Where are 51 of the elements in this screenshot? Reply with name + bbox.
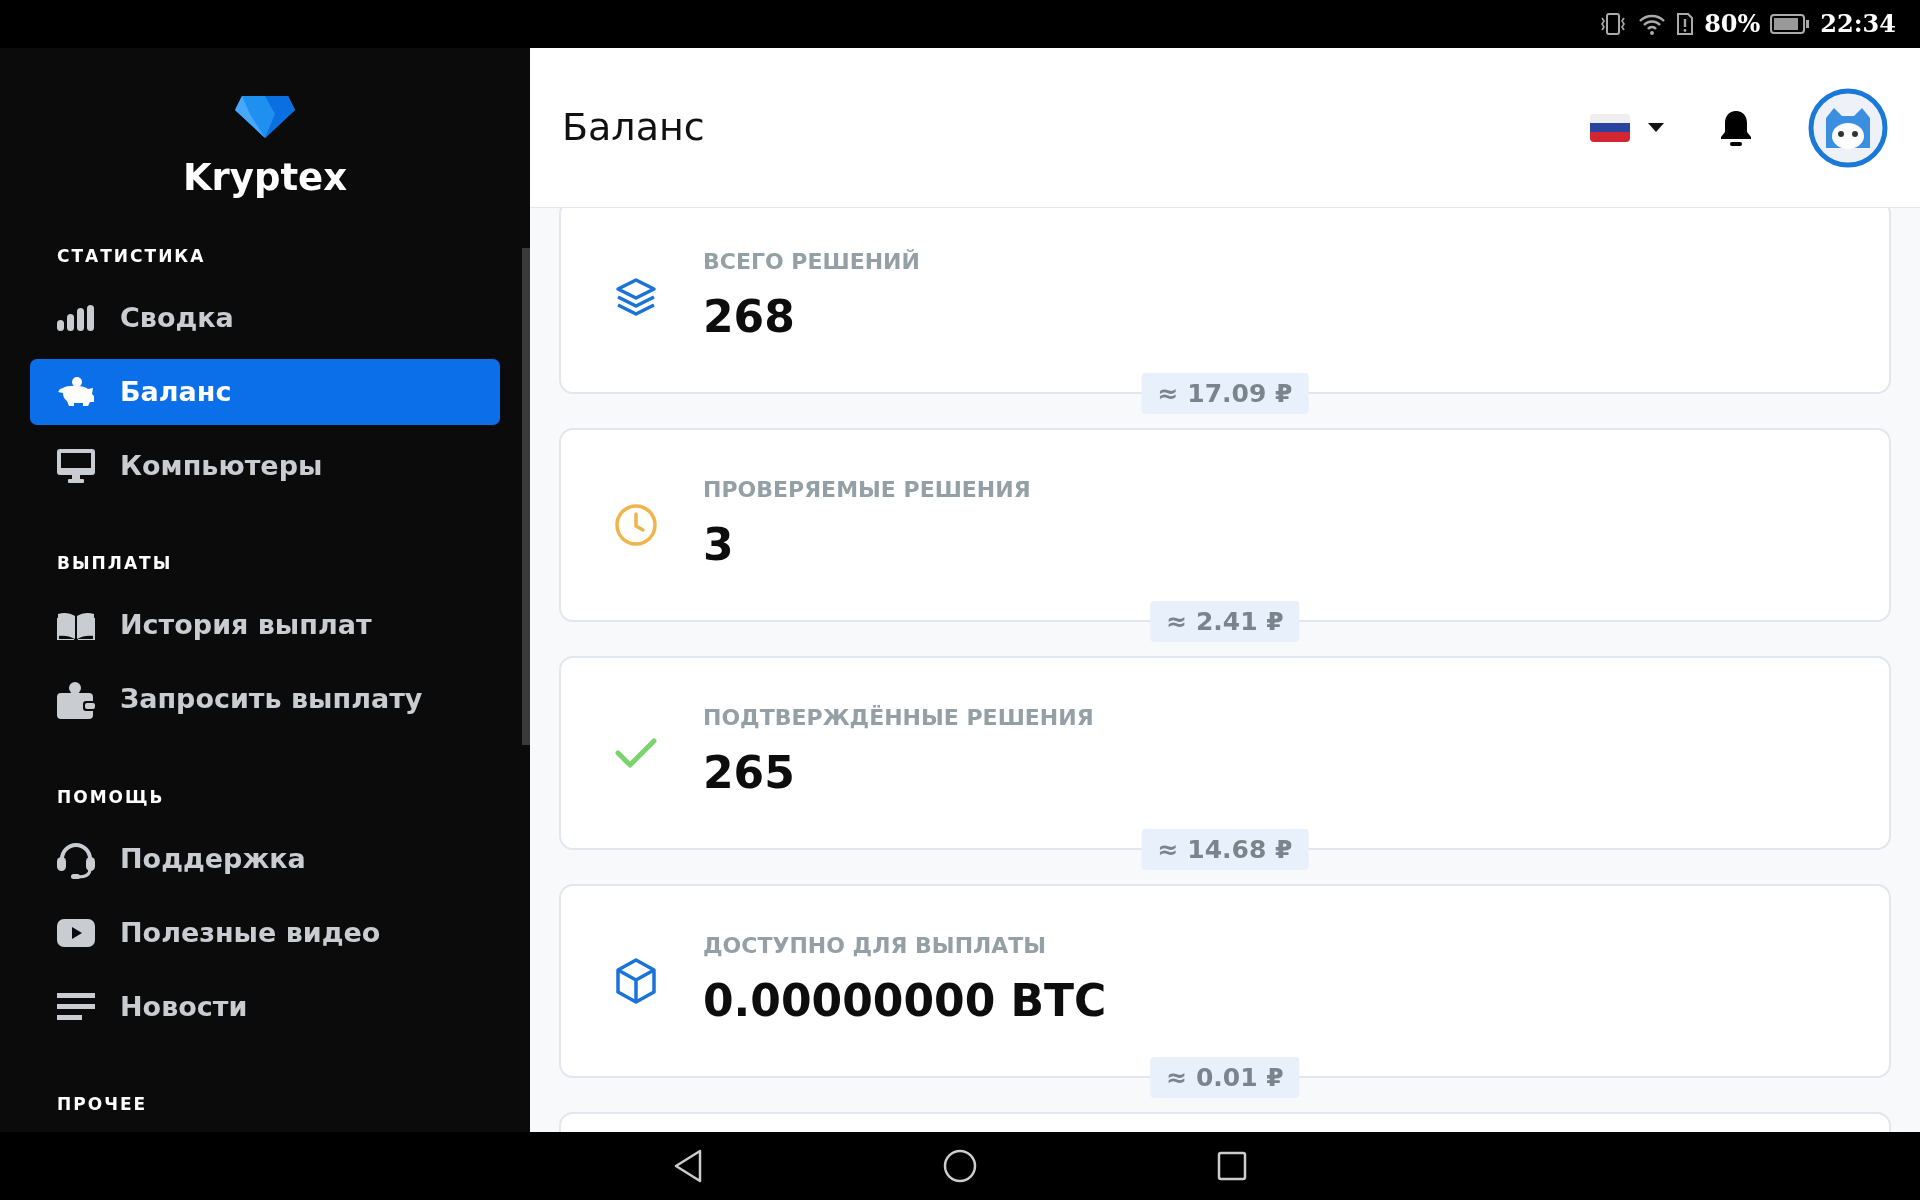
approx-value-badge: ≈ 0.01 ₽	[1150, 1056, 1300, 1098]
page-title: Баланс	[562, 104, 706, 151]
open-book-icon	[57, 611, 95, 640]
back-button-icon[interactable]	[673, 1149, 703, 1183]
sidebar-item[interactable]: Поддержка	[30, 826, 500, 892]
sidebar-item[interactable]: Баланс	[30, 359, 500, 425]
approx-value-badge: ≈ 17.09 ₽	[1141, 372, 1309, 414]
section-heading: ПРОЧЕЕ	[56, 1093, 149, 1116]
avatar-icon[interactable]	[1808, 87, 1888, 168]
stat-label: ВСЕГО РЕШЕНИЙ	[703, 247, 920, 276]
play-video-icon	[57, 919, 95, 947]
sidebar-item[interactable]: Сводка	[30, 285, 500, 351]
flag-icon	[1590, 113, 1630, 142]
home-button-icon[interactable]	[943, 1149, 977, 1183]
approx-value-badge: ≈ 14.68 ₽	[1141, 828, 1309, 870]
stat-label: ПРОВЕРЯЕМЫЕ РЕШЕНИЯ	[703, 475, 1031, 504]
recents-button-icon[interactable]	[1217, 1151, 1247, 1181]
stat-value: 268	[703, 289, 796, 344]
sidebar-item[interactable]: Запросить выплату	[30, 666, 500, 733]
clock-icon	[614, 503, 658, 547]
logo-text: Kryptex	[182, 155, 348, 201]
sidebar-item[interactable]: История выплат	[30, 592, 500, 659]
section-heading: ВЫПЛАТЫ	[56, 552, 174, 575]
diamond-logo-icon	[234, 94, 296, 138]
notification-bell-icon[interactable]	[1720, 108, 1752, 147]
section-heading: ПОМОЩЬ	[56, 785, 166, 809]
monitor-icon	[57, 449, 95, 483]
wifi-icon	[1638, 12, 1667, 36]
bar-chart-icon	[57, 305, 95, 331]
sim-alert-icon	[1676, 12, 1695, 36]
language-dropdown[interactable]	[1590, 113, 1664, 142]
clock-time: 22:34	[1820, 8, 1896, 40]
battery-icon	[1770, 13, 1811, 35]
sidebar-item[interactable]: Полезные видео	[30, 900, 500, 966]
caret-icon	[1648, 122, 1664, 133]
battery-percent: 80%	[1704, 8, 1761, 40]
sidebar-item[interactable]: Компьютеры	[30, 433, 500, 499]
approx-value-badge: ≈ 2.41 ₽	[1150, 600, 1300, 642]
stat-value: 3	[703, 517, 735, 572]
cube-icon	[614, 957, 658, 1005]
news-lines-icon	[57, 993, 95, 1021]
piggy-bank-icon	[57, 376, 95, 408]
sidebar-item[interactable]: Новости	[30, 974, 500, 1040]
stat-value: 265	[703, 745, 796, 800]
stat-label: ДОСТУПНО ДЛЯ ВЫПЛАТЫ	[703, 931, 1048, 960]
checkmark-icon	[615, 737, 657, 769]
stat-label: ПОДТВЕРЖДЁННЫЕ РЕШЕНИЯ	[703, 703, 1094, 732]
layers-icon	[614, 277, 658, 317]
section-heading: СТАТИСТИКА	[56, 244, 207, 268]
stat-value: 0.00000000 BTC	[703, 973, 1107, 1028]
wallet-icon	[57, 680, 95, 719]
